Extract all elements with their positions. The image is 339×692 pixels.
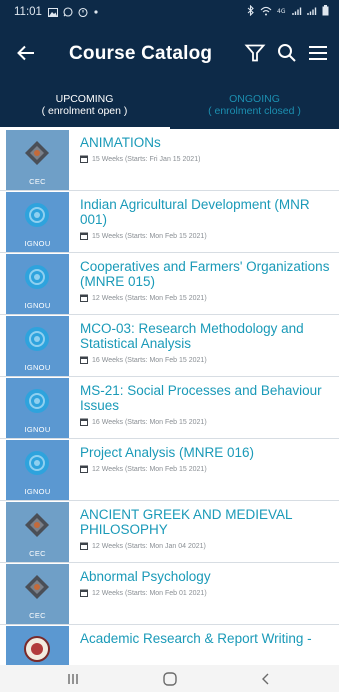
search-icon[interactable] <box>275 41 299 65</box>
course-duration: 16 Weeks (Starts: Mon Feb 15 2021) <box>92 356 207 364</box>
provider-thumbnail-cec: CEC <box>6 502 69 562</box>
timer-icon <box>78 7 88 17</box>
course-title[interactable]: Project Analysis (MNRE 016) <box>80 445 333 460</box>
tab-ongoing[interactable]: ONGOING ( enrolment closed ) <box>170 84 339 129</box>
course-row[interactable]: IGNOU Cooperatives and Farmers' Organiza… <box>0 253 339 315</box>
course-duration: 12 Weeks (Starts: Mon Feb 01 2021) <box>92 589 207 597</box>
provider-label: IGNOU <box>24 239 51 248</box>
calendar-icon <box>80 356 88 364</box>
course-duration: 12 Weeks (Starts: Mon Feb 15 2021) <box>92 294 207 302</box>
provider-label: IGNOU <box>24 363 51 372</box>
provider-thumbnail-ignou: IGNOU <box>6 192 69 252</box>
course-title[interactable]: Academic Research & Report Writing - <box>80 631 333 646</box>
course-row[interactable]: IGNOU Indian Agricultural Development (M… <box>0 191 339 253</box>
tab-upcoming-label: UPCOMING <box>55 93 114 105</box>
provider-label: IGNOU <box>24 425 51 434</box>
course-title[interactable]: Indian Agricultural Development (MNR 001… <box>80 197 333 227</box>
provider-thumbnail-cec: CEC <box>6 564 69 624</box>
course-row[interactable]: IGNOU MCO-03: Research Methodology and S… <box>0 315 339 377</box>
course-title[interactable]: Cooperatives and Farmers' Organizations … <box>80 259 333 289</box>
navigation-bar <box>0 665 339 692</box>
ignou-logo-icon <box>25 203 49 227</box>
whatsapp-icon <box>63 7 73 17</box>
signal-icon <box>292 7 302 15</box>
provider-thumbnail-university <box>6 626 69 665</box>
gallery-icon <box>47 7 58 17</box>
university-seal-icon <box>24 636 50 662</box>
home-icon[interactable] <box>160 671 180 687</box>
provider-thumbnail-ignou: IGNOU <box>6 378 69 438</box>
filter-icon[interactable] <box>243 41 267 65</box>
provider-thumbnail-ignou: IGNOU <box>6 316 69 376</box>
course-duration: 12 Weeks (Starts: Mon Feb 15 2021) <box>92 465 207 473</box>
tab-bar: UPCOMING ( enrolment open ) ONGOING ( en… <box>0 84 339 129</box>
bluetooth-icon <box>247 5 254 16</box>
provider-label: CEC <box>29 549 46 558</box>
provider-thumbnail-ignou: IGNOU <box>6 440 69 500</box>
calendar-icon <box>80 294 88 302</box>
course-title[interactable]: MS-21: Social Processes and Behaviour Is… <box>80 383 333 413</box>
tab-upcoming[interactable]: UPCOMING ( enrolment open ) <box>0 84 169 129</box>
provider-thumbnail-cec: CEC <box>6 130 69 190</box>
calendar-icon <box>80 542 88 550</box>
provider-label: CEC <box>29 611 46 620</box>
cec-logo-icon <box>25 141 49 165</box>
course-title[interactable]: MCO-03: Research Methodology and Statist… <box>80 321 333 351</box>
provider-label: CEC <box>29 177 46 186</box>
recents-icon[interactable] <box>63 671 83 687</box>
status-bar: 11:01 4G <box>0 0 339 24</box>
course-row[interactable]: CEC Abnormal Psychology 12 Weeks (Starts… <box>0 563 339 625</box>
ignou-logo-icon <box>25 327 49 351</box>
course-duration: 15 Weeks (Starts: Mon Feb 15 2021) <box>92 232 207 240</box>
status-time: 11:01 <box>14 6 42 18</box>
tab-upcoming-sublabel: ( enrolment open ) <box>41 105 128 117</box>
back-arrow-icon[interactable] <box>14 41 38 65</box>
course-duration: 12 Weeks (Starts: Mon Jan 04 2021) <box>92 542 206 550</box>
calendar-icon <box>80 232 88 240</box>
dot-icon <box>94 10 98 14</box>
course-row[interactable]: CEC ANIMATIONs 15 Weeks (Starts: Fri Jan… <box>0 129 339 191</box>
menu-icon[interactable] <box>306 41 330 65</box>
svg-text:4G: 4G <box>277 8 286 15</box>
signal-icon <box>307 7 317 15</box>
wifi-icon <box>260 6 272 15</box>
provider-thumbnail-ignou: IGNOU <box>6 254 69 314</box>
course-row[interactable]: Academic Research & Report Writing - <box>0 625 339 665</box>
course-row[interactable]: IGNOU MS-21: Social Processes and Behavi… <box>0 377 339 439</box>
course-title[interactable]: Abnormal Psychology <box>80 569 333 584</box>
course-list[interactable]: CEC ANIMATIONs 15 Weeks (Starts: Fri Jan… <box>0 129 339 665</box>
provider-label: IGNOU <box>24 301 51 310</box>
course-duration: 15 Weeks (Starts: Fri Jan 15 2021) <box>92 155 201 163</box>
course-title[interactable]: ANIMATIONs <box>80 135 333 150</box>
course-title[interactable]: ANCIENT GREEK AND MEDIEVAL PHILOSOPHY <box>80 507 333 537</box>
status-right-icons: 4G <box>247 5 329 16</box>
battery-icon <box>322 5 329 16</box>
course-row[interactable]: CEC ANCIENT GREEK AND MEDIEVAL PHILOSOPH… <box>0 501 339 563</box>
cec-logo-icon <box>25 575 49 599</box>
status-left-icons <box>47 7 99 17</box>
course-row[interactable]: IGNOU Project Analysis (MNRE 016) 12 Wee… <box>0 439 339 501</box>
tab-ongoing-label: ONGOING <box>229 93 280 105</box>
ignou-logo-icon <box>25 451 49 475</box>
page-title: Course Catalog <box>69 43 213 64</box>
calendar-icon <box>80 589 88 597</box>
cec-logo-icon <box>25 513 49 537</box>
tab-ongoing-sublabel: ( enrolment closed ) <box>208 105 301 117</box>
calendar-icon <box>80 155 88 163</box>
calendar-icon <box>80 418 88 426</box>
provider-label: IGNOU <box>24 487 51 496</box>
ignou-logo-icon <box>25 265 49 289</box>
ignou-logo-icon <box>25 389 49 413</box>
course-duration: 16 Weeks (Starts: Mon Feb 15 2021) <box>92 418 207 426</box>
app-bar: Course Catalog <box>0 24 339 84</box>
4g-icon: 4G <box>277 8 286 15</box>
back-icon[interactable] <box>256 671 276 687</box>
calendar-icon <box>80 465 88 473</box>
